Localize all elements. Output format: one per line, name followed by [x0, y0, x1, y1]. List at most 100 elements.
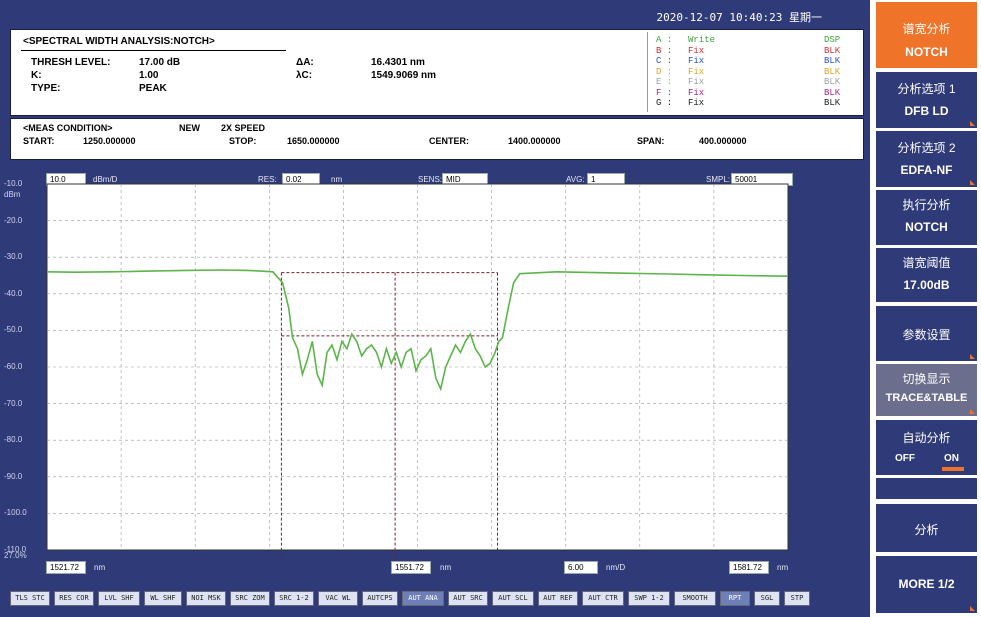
trace-legend-row: B : Fix BLK: [656, 46, 851, 56]
bottom-button-bar: TLS STC RES COR LVL SHF WL SHF NOI MSK SRC ZO…: [0, 583, 870, 617]
function-button[interactable]: AUTCPS: [362, 591, 398, 606]
submenu-arrow-icon: [970, 61, 975, 66]
trace-letter: G :: [656, 98, 673, 108]
function-button[interactable]: AUT SRC: [448, 591, 488, 606]
function-button[interactable]: NOI MSK: [186, 591, 226, 606]
submenu-arrow-icon: [970, 121, 975, 126]
softkey-execute-label: 执行分析: [902, 198, 951, 212]
type-label: TYPE:: [31, 83, 61, 94]
delta-lambda-label: ΔA:: [296, 57, 314, 68]
softkey-execute[interactable]: 执行分析 NOTCH: [876, 190, 977, 245]
submenu-arrow-icon: [970, 606, 975, 611]
function-button[interactable]: RES COR: [54, 591, 94, 606]
function-button[interactable]: SRC 1-2: [274, 591, 314, 606]
softkey-option-2[interactable]: 分析选项 2 EDFA-NF: [876, 131, 977, 187]
trace-mode: Fix: [688, 66, 705, 77]
function-button[interactable]: AUT CTR: [582, 591, 624, 606]
function-button[interactable]: SWP 1-2: [628, 591, 670, 606]
k-label: K:: [31, 70, 42, 81]
function-button[interactable]: WL SHF: [144, 591, 182, 606]
softkey-threshold-label: 谱宽阈值: [902, 256, 951, 270]
thresh-label: THRESH LEVEL:: [31, 57, 111, 68]
function-button[interactable]: LVL SHF: [98, 591, 140, 606]
analysis-panel: <SPECTRAL WIDTH ANALYSIS:NOTCH> THRESH L…: [10, 29, 864, 116]
softkey-analysis[interactable]: 分析: [876, 504, 977, 552]
softkey-params-label: 参数设置: [902, 328, 951, 342]
timestamp: 2020-12-07 10:40:23 星期一: [656, 11, 822, 24]
trace-mode: Fix: [688, 56, 705, 66]
softkey-spectral-width-value: NOTCH: [905, 45, 948, 59]
softkey-switch-display-value: TRACE&TABLE: [885, 392, 968, 404]
trace-display: BLK: [824, 45, 841, 56]
function-button[interactable]: AUT REF: [538, 591, 578, 606]
status-bar: 2020-12-07 10:40:23 星期一: [0, 0, 870, 29]
trace-letter: D :: [656, 66, 673, 77]
softkey-execute-value: NOTCH: [905, 220, 948, 234]
softkey-analysis-label: 分析: [914, 523, 939, 537]
meas-title: <MEAS CONDITION>: [23, 123, 113, 133]
trace-display: DSP: [824, 35, 841, 45]
toggle-on-label: ON: [944, 453, 959, 464]
function-button[interactable]: AUT ANA: [402, 591, 444, 606]
trace-display: BLK: [824, 87, 841, 98]
trace-letter: B :: [656, 45, 673, 56]
start-wl-field[interactable]: 1521.72: [46, 561, 86, 574]
stop-label: STOP:: [229, 136, 257, 146]
softkey-option-1[interactable]: 分析选项 1 DFB LD: [876, 72, 977, 128]
spectrum-plot[interactable]: [0, 170, 870, 578]
center-label: CENTER:: [429, 136, 469, 146]
softkey-auto-analysis[interactable]: 自动分析 OFF ON: [876, 420, 977, 475]
softkey-option-1-value: DFB LD: [904, 104, 949, 118]
trace-mode: Fix: [688, 77, 705, 87]
function-button[interactable]: SGL: [754, 591, 780, 606]
softkey-switch-display-label: 切换显示: [902, 372, 951, 386]
trace-mode: Fix: [688, 98, 705, 108]
center-value: 1400.000000: [508, 136, 561, 146]
function-button[interactable]: VAC WL: [318, 591, 358, 606]
trace-letter: C :: [656, 56, 673, 66]
softkey-switch-display[interactable]: 切换显示 TRACE&TABLE: [876, 364, 977, 416]
trace-legend-row: C : Fix BLK: [656, 56, 851, 66]
softkey-threshold[interactable]: 谱宽阈值 17.00dB: [876, 248, 977, 302]
center-wl-unit: nm: [440, 563, 452, 572]
softkey-auto-analysis-label: 自动分析: [902, 431, 951, 445]
function-button[interactable]: TLS STC: [10, 591, 50, 606]
function-button[interactable]: RPT: [720, 591, 750, 606]
trace-mode: Fix: [688, 45, 705, 56]
function-button[interactable]: STP: [784, 591, 810, 606]
delta-lambda-value: 16.4301 nm: [371, 57, 425, 68]
div-field[interactable]: 6.00: [564, 561, 598, 574]
osa-screen: 2020-12-07 10:40:23 星期一 <SPECTRAL WIDTH …: [0, 0, 981, 617]
softkey-more[interactable]: MORE 1/2: [876, 556, 977, 613]
softkey-params[interactable]: 参数设置: [876, 306, 977, 361]
trace-legend-row: E : Fix BLK: [656, 77, 851, 87]
softkey-option-2-label: 分析选项 2: [897, 141, 956, 155]
stop-value: 1650.000000: [287, 136, 340, 146]
trace-letter: A :: [656, 35, 673, 45]
trace-legend-row: D : Fix BLK: [656, 67, 851, 77]
submenu-arrow-icon: [970, 409, 975, 414]
softkey-option-1-label: 分析选项 1: [897, 82, 956, 96]
softkey-spectral-width[interactable]: 谱宽分析 NOTCH: [876, 2, 977, 68]
meas-new: NEW: [179, 123, 200, 133]
toggle-off-label: OFF: [895, 453, 915, 464]
function-button[interactable]: SMOOTH: [674, 591, 716, 606]
trace-display: BLK: [824, 77, 841, 87]
softkey-spectral-width-label: 谱宽分析: [902, 22, 951, 36]
trace-display: BLK: [824, 66, 841, 77]
softkey-option-2-value: EDFA-NF: [900, 163, 953, 177]
title-underline: [21, 50, 286, 51]
center-lambda-value: 1549.9069 nm: [371, 70, 437, 81]
span-value: 400.000000: [699, 136, 747, 146]
start-wl-unit: nm: [94, 563, 106, 572]
softkey-panel: 谱宽分析 NOTCH 分析选项 1 DFB LD 分析选项 2 EDFA-NF …: [870, 0, 981, 617]
meas-condition-panel: <MEAS CONDITION> NEW 2X SPEED START: 125…: [10, 118, 864, 160]
stop-wl-field[interactable]: 1581.72: [729, 561, 769, 574]
function-button[interactable]: SRC ZOM: [230, 591, 270, 606]
trace-legend-row: G : Fix BLK: [656, 98, 851, 108]
plot-area: 10.0 dBm/D RES: 0.02 nm SENS: MID AVG: 1…: [0, 170, 870, 578]
function-button[interactable]: AUT SCL: [492, 591, 534, 606]
softkey-more-label: MORE 1/2: [898, 577, 955, 591]
center-wl-field[interactable]: 1551.72: [391, 561, 431, 574]
trace-letter: F :: [656, 87, 673, 98]
